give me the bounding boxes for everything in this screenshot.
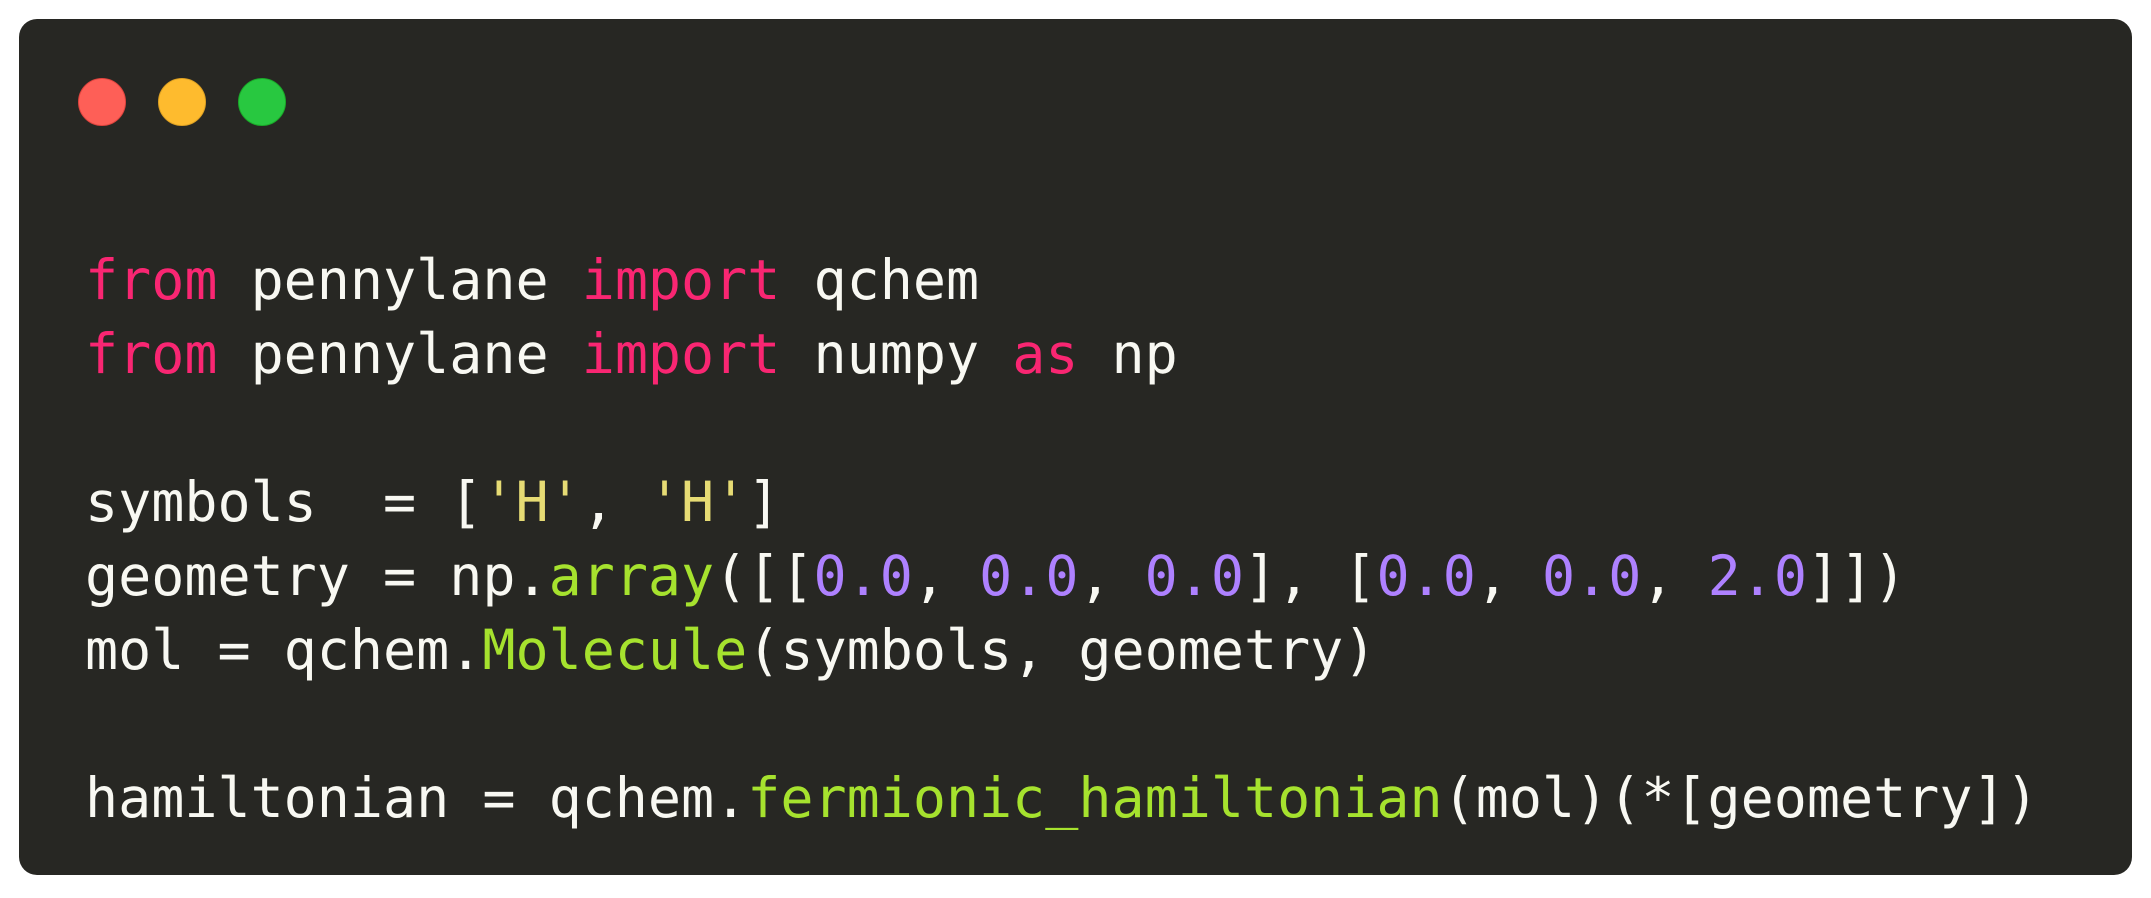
code-token: hamiltonian = qchem. <box>85 766 748 830</box>
code-token: as <box>1012 322 1079 386</box>
code-token: , <box>1078 544 1145 608</box>
code-token: import <box>581 322 781 386</box>
code-token: pennylane <box>217 322 582 386</box>
code-line: from pennylane import qchem <box>85 243 2039 317</box>
close-dot-icon[interactable] <box>78 78 126 126</box>
code-token: import <box>581 248 781 312</box>
code-token: (mol)(*[geometry]) <box>1442 766 2039 830</box>
code-token: pennylane <box>217 248 582 312</box>
code-token: ]]) <box>1806 544 1907 608</box>
code-token: , <box>912 544 980 608</box>
code-token: np <box>1078 322 1178 386</box>
code-token: 0.0 <box>813 544 913 608</box>
code-token: , <box>581 470 648 534</box>
code-token: fermionic_hamiltonian <box>747 766 1443 830</box>
code-token: , <box>1475 544 1543 608</box>
code-token: ], [ <box>1244 544 1377 608</box>
code-token: ([[ <box>714 544 814 608</box>
code-window: from pennylane import qchem from pennylan… <box>19 19 2132 875</box>
code-token: mol = qchem. <box>85 618 483 682</box>
code-token: 'H' <box>647 470 748 534</box>
minimize-dot-icon[interactable] <box>158 78 206 126</box>
code-line: hamiltonian = qchem.fermionic_hamiltonia… <box>85 761 2039 835</box>
code-token: 2.0 <box>1707 544 1807 608</box>
code-token: , <box>1641 544 1708 608</box>
code-token: 0.0 <box>1144 544 1245 608</box>
code-token: 0.0 <box>1376 544 1476 608</box>
code-token: symbols = [ <box>85 470 483 534</box>
code-line: geometry = np.array([[0.0, 0.0, 0.0], [0… <box>85 539 2039 613</box>
code-line: mol = qchem.Molecule(symbols, geometry) <box>85 613 2039 687</box>
code-token: 'H' <box>482 470 582 534</box>
code-token: 0.0 <box>979 544 1079 608</box>
code-token: from <box>85 248 218 312</box>
code-token: 0.0 <box>1542 544 1642 608</box>
code-token: (symbols, geometry) <box>747 618 1377 682</box>
code-block: from pennylane import qchem from pennylan… <box>85 243 2039 835</box>
code-token: numpy <box>780 322 1013 386</box>
code-line: from pennylane import numpy as np <box>85 317 2039 391</box>
code-token: Molecule <box>482 618 748 682</box>
code-token: qchem <box>780 248 980 312</box>
maximize-dot-icon[interactable] <box>238 78 286 126</box>
code-token: array <box>548 544 715 608</box>
code-token: geometry = np. <box>85 544 549 608</box>
code-token: ] <box>747 470 781 534</box>
code-line: symbols = ['H', 'H'] <box>85 465 2039 539</box>
code-token: from <box>85 322 218 386</box>
